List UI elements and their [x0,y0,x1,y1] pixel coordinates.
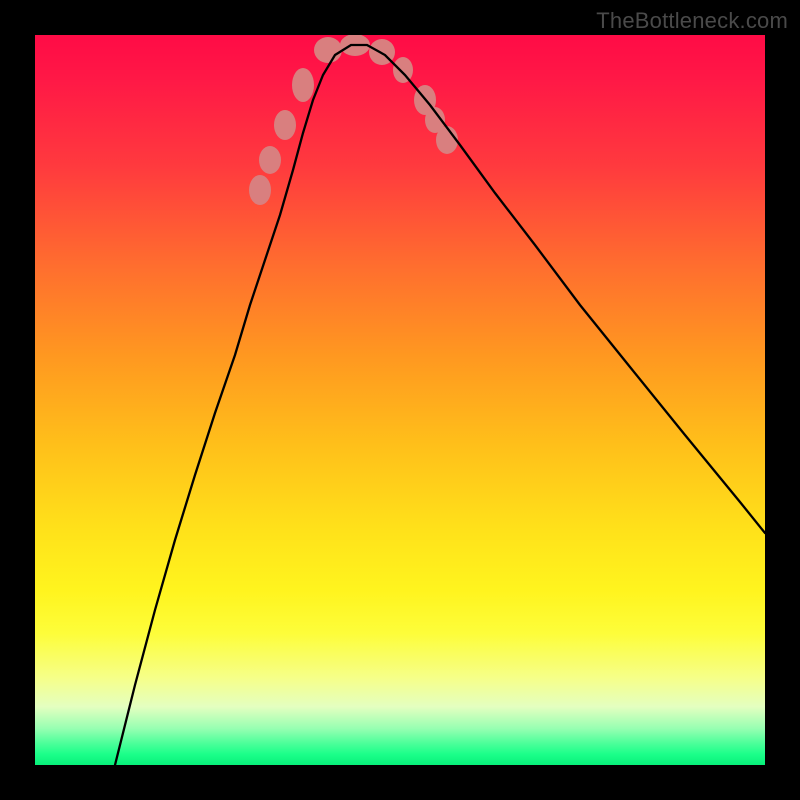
chart-frame: TheBottleneck.com [0,0,800,800]
plot-area [35,35,765,765]
watermark-text: TheBottleneck.com [596,8,788,34]
background-gradient [35,35,765,765]
